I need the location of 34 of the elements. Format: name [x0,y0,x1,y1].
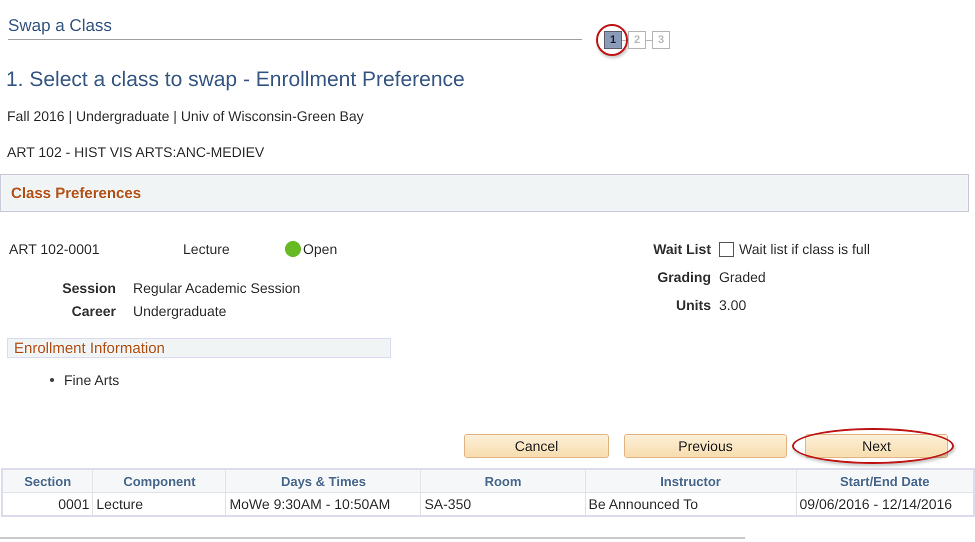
section-title: Class Preferences [11,184,142,202]
column-header: Start/End Date [796,469,974,492]
column-header: Component [92,469,226,492]
bullet-icon [50,378,54,382]
page-title: Swap a Class [8,16,112,35]
field-label: Units [675,297,711,313]
course-title: ART 102 - HIST VIS ARTS:ANC-MEDIEV [7,144,266,160]
action-button[interactable]: Next [805,434,948,458]
column-header: Section [2,469,93,492]
step-indicator: 2 [628,31,646,49]
page-heading: 1. Select a class to swap - Enrollment Preference [6,68,466,92]
step-indicator: 3 [652,31,670,49]
checkbox[interactable] [719,242,734,256]
component-text: Lecture [183,241,231,257]
action-button[interactable]: Previous [624,434,787,458]
field-value: Regular Academic Session [133,280,300,296]
class-number: ART 102-0001 [9,241,101,257]
section-title: Enrollment Information [14,340,165,356]
field-label: Session [61,280,116,296]
action-button[interactable]: Cancel [464,434,609,458]
status-text: Open [303,241,338,257]
field-label: Wait List [652,241,711,257]
column-header: Room [420,469,586,492]
column-header: Days & Times [226,469,421,492]
field-label: Grading [656,269,711,285]
field-value: Graded [719,269,766,285]
term-info: Fall 2016 | Undergraduate | Univ of Wisconsin-Green Bay [7,108,365,124]
field-label: Career [70,302,116,318]
step-indicator: 1 [604,31,622,49]
field-value: Undergraduate [133,302,226,318]
list-item: Fine Arts [64,372,120,388]
checkbox-label: Wait list if class is full [739,241,870,257]
column-header: Instructor [585,469,796,492]
field-value: 3.00 [719,297,746,313]
